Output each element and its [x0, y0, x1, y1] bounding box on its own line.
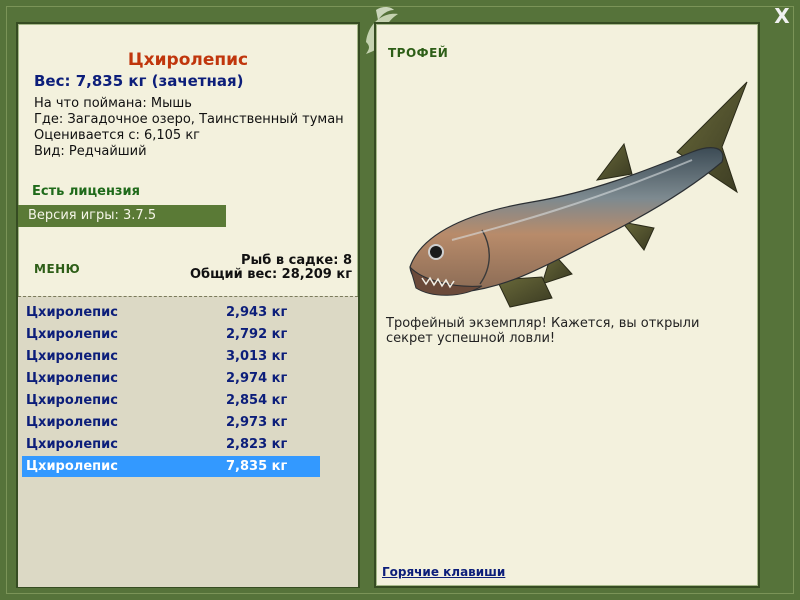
menu-button[interactable]: МЕНЮ	[34, 262, 80, 276]
catch-fish-name: Цхиролепис	[26, 415, 118, 430]
catch-list-item[interactable]: Цхиролепис 2,943 кг	[22, 302, 320, 323]
catch-fish-name: Цхиролепис	[26, 349, 118, 364]
catch-fish-weight: 3,013 кг	[226, 349, 288, 364]
catch-list-item[interactable]: Цхиролепис 7,835 кг	[22, 456, 320, 477]
catch-fish-weight: 2,823 кг	[226, 437, 288, 452]
cage-total-weight: Общий вес: 28,209 кг	[189, 267, 352, 282]
fish-weight: Вес: 7,835 кг (зачетная)	[34, 72, 244, 90]
catch-list-item[interactable]: Цхиролепис 2,792 кг	[22, 324, 320, 345]
catch-list-item[interactable]: Цхиролепис 3,013 кг	[22, 346, 320, 367]
catch-fish-weight: 2,974 кг	[226, 371, 288, 386]
catch-fish-weight: 7,835 кг	[226, 459, 288, 474]
catch-fish-name: Цхиролепис	[26, 393, 118, 408]
trophy-description: Трофейный экземпляр! Кажется, вы открыли…	[386, 316, 700, 346]
catch-fish-weight: 2,973 кг	[226, 415, 288, 430]
catch-fish-name: Цхиролепис	[26, 327, 118, 342]
caught-on: На что поймана: Мышь	[34, 96, 192, 111]
rated-from: Оценивается с: 6,105 кг	[34, 128, 201, 143]
fish-title: Цхиролепис	[127, 50, 249, 70]
trophy-panel: ТРОФЕЙ Трофейный экземпляр! Кажется, вы …	[374, 22, 760, 588]
cage-stats: Рыб в садке: 8 Общий вес: 28,209 кг	[190, 254, 352, 282]
catch-list-item[interactable]: Цхиролепис 2,854 кг	[22, 390, 320, 411]
close-button[interactable]: X	[770, 4, 794, 28]
catch-fish-name: Цхиролепис	[26, 459, 118, 474]
hotkeys-link[interactable]: Горячие клавиши	[382, 565, 505, 579]
catch-fish-weight: 2,943 кг	[226, 305, 288, 320]
fish-info-panel: Цхиролепис Вес: 7,835 кг (зачетная) На ч…	[16, 22, 360, 588]
license-status: Есть лицензия	[32, 184, 140, 199]
catch-fish-weight: 2,854 кг	[226, 393, 288, 408]
catch-location: Где: Загадочное озеро, Таинственный тума…	[34, 112, 344, 127]
catch-fish-name: Цхиролепис	[26, 437, 118, 452]
catch-list-item[interactable]: Цхиролепис 2,823 кг	[22, 434, 320, 455]
catch-list-item[interactable]: Цхиролепис 2,974 кг	[22, 368, 320, 389]
catch-fish-name: Цхиролепис	[26, 371, 118, 386]
fish-illustration	[409, 81, 748, 308]
cage-count: Рыб в садке: 8	[240, 253, 352, 268]
fish-rarity: Вид: Редчайший	[34, 144, 147, 159]
catch-fish-name: Цхиролепис	[26, 305, 118, 320]
game-version: Версия игры: 3.7.5	[18, 205, 226, 227]
catch-fish-weight: 2,792 кг	[226, 327, 288, 342]
catch-list-item[interactable]: Цхиролепис 2,973 кг	[22, 412, 320, 433]
catch-list: Цхиролепис 2,943 кг Цхиролепис 2,792 кг Цхир…	[18, 296, 358, 587]
